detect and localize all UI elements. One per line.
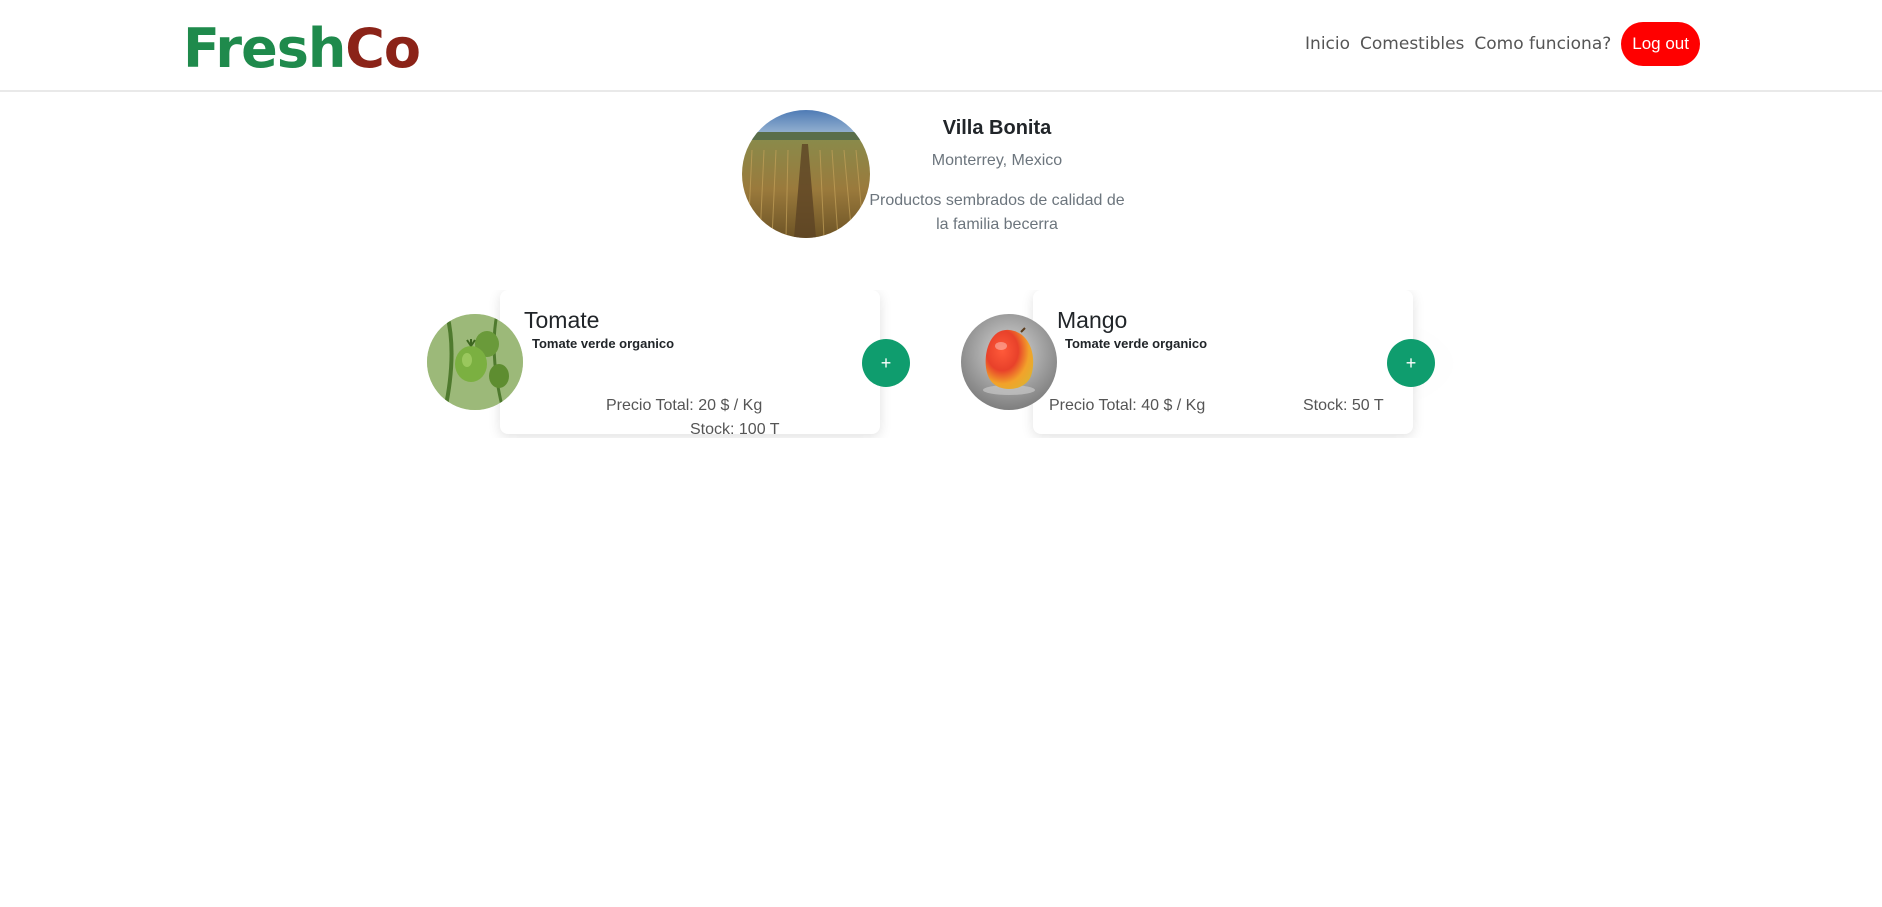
logout-button[interactable]: Log out [1621, 22, 1700, 66]
farm-photo [742, 110, 870, 238]
nav-link-comestibles[interactable]: Comestibles [1360, 34, 1464, 54]
farm-info: Villa Bonita Monterrey, Mexico Productos… [868, 110, 1126, 237]
product-description: Tomate verde organico [1065, 336, 1208, 351]
logo-fresh-text: Fresh [183, 17, 346, 80]
product-description: Tomate verde organico [532, 336, 675, 351]
mango-icon [961, 314, 1057, 410]
farm-name: Villa Bonita [942, 117, 1052, 139]
main-nav: Inicio Comestibles Como funciona? Log ou… [1305, 22, 1700, 66]
product-image-tomate [427, 314, 523, 410]
product-card-tomate[interactable]: Tomate Tomate verde organico Precio Tota… [500, 290, 880, 438]
logo-co-text: Co [345, 17, 421, 80]
product-image-mango [961, 314, 1057, 410]
product-name: Mango [1057, 307, 1128, 333]
product-price: Precio Total: 40 $ / Kg [1049, 397, 1206, 414]
product-stock: Stock: 50 T [1303, 397, 1384, 414]
freshco-logo[interactable]: FreshCo [183, 22, 421, 76]
nav-link-como-funciona[interactable]: Como funciona? [1474, 34, 1611, 54]
add-to-cart-button-mango[interactable]: + [1387, 339, 1435, 387]
green-tomato-icon [427, 314, 523, 410]
top-navbar: FreshCo Inicio Comestibles Como funciona… [0, 0, 1882, 92]
farm-description: Productos sembrados de calidad de la fam… [869, 192, 1125, 233]
product-card-mango[interactable]: Mango Tomate verde organico Precio Total… [1033, 290, 1413, 434]
product-stock: Stock: 100 T [690, 421, 780, 438]
product-list: Tomate Tomate verde organico Precio Tota… [0, 290, 1882, 438]
add-to-cart-button-tomate[interactable]: + [862, 339, 910, 387]
product-name: Tomate [524, 307, 600, 333]
field-photo-icon [742, 110, 870, 238]
farm-location: Monterrey, Mexico [931, 152, 1063, 169]
product-price: Precio Total: 20 $ / Kg [606, 397, 763, 414]
nav-link-inicio[interactable]: Inicio [1305, 34, 1350, 54]
